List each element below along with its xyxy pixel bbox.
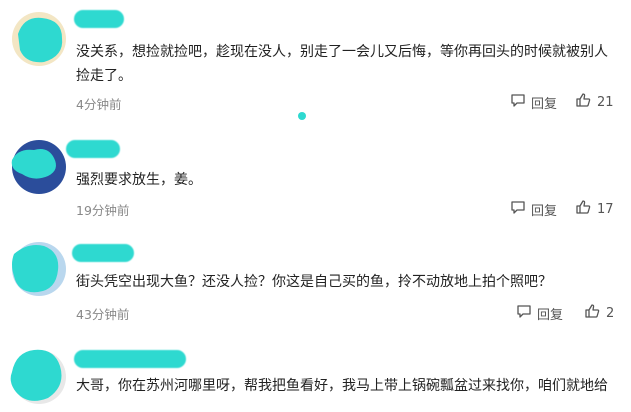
username-redacted[interactable] [74, 10, 124, 28]
reply-button[interactable]: 回复 [516, 303, 563, 323]
comment-text: 街头凭空出现大鱼？还没人捡？你这是自己买的鱼，拎不动放地上拍个照吧？ [76, 274, 552, 290]
like-count: 17 [597, 201, 614, 217]
avatar[interactable] [11, 140, 66, 194]
comment-bubble-icon [510, 92, 526, 112]
reply-button[interactable]: 回复 [510, 92, 557, 112]
avatar-redacted-image [12, 242, 66, 296]
comment-time: 43分钟前 [76, 307, 130, 322]
like-count: 21 [597, 94, 614, 110]
comment-text: 强烈要求放生，姜。 [76, 172, 202, 188]
avatar[interactable] [12, 12, 66, 66]
comment-bubble-icon [510, 199, 526, 219]
username-redacted[interactable] [66, 140, 120, 158]
comment-text: 大哥，你在苏州河哪里呀，帮我把鱼看好，我马上带上锅碗瓢盆过来找你，咱们就地给 [76, 378, 608, 394]
like-button[interactable]: 17 [575, 199, 614, 219]
avatar-redacted-image [10, 349, 66, 404]
avatar-redacted-image [12, 12, 66, 66]
avatar[interactable] [12, 242, 66, 296]
comment-bubble-icon [516, 303, 532, 323]
avatar-redacted-image [11, 140, 66, 194]
thumbs-up-icon [575, 92, 591, 112]
reply-label: 回复 [531, 203, 558, 219]
like-button[interactable]: 2 [584, 303, 614, 323]
comment-time: 4分钟前 [76, 97, 122, 112]
username-redacted[interactable] [74, 350, 186, 368]
redaction-mark [298, 112, 306, 120]
reply-label: 回复 [537, 307, 564, 323]
like-button[interactable]: 21 [575, 92, 614, 112]
reply-label: 回复 [531, 96, 558, 112]
reply-button[interactable]: 回复 [510, 199, 557, 219]
comment-text: 没关系，想捡就捡吧，趁现在没人，别走了一会儿又后悔，等你再回头的时候就被别人捡走… [76, 44, 608, 84]
thumbs-up-icon [575, 199, 591, 219]
avatar[interactable] [10, 349, 66, 404]
username-redacted[interactable] [72, 244, 134, 262]
like-count: 2 [606, 305, 615, 321]
thumbs-up-icon [584, 303, 600, 323]
comment-time: 19分钟前 [76, 203, 130, 218]
